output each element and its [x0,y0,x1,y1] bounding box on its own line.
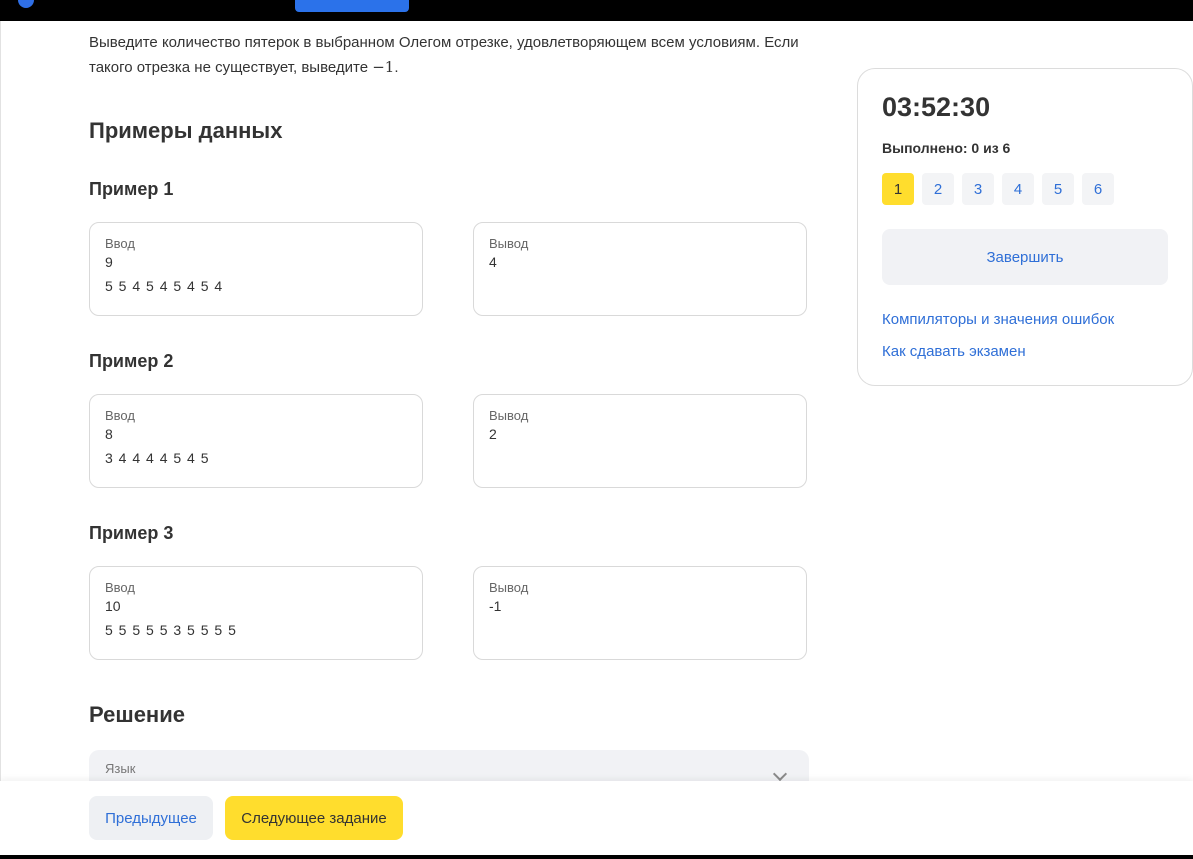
task-description-text: Выведите количество пятерок в выбранном … [89,34,799,76]
task-navigation: 1 2 3 4 5 6 [882,173,1114,205]
input-label: Ввод [105,236,135,251]
example-3-output: Вывод -1 [473,566,807,660]
exam-help-link[interactable]: Как сдавать экзамен [882,343,1026,360]
output-label: Вывод [489,580,529,595]
chevron-down-icon[interactable] [772,766,788,782]
solution-heading: Решение [89,702,185,727]
input-line-2: 3 4 4 4 4 5 4 5 [105,450,210,466]
input-label: Ввод [105,408,135,423]
progress-text: Выполнено: 0 из 6 [882,140,1011,156]
bottom-strip [0,855,1193,859]
previous-button[interactable]: Предыдущее [89,796,213,840]
input-line-1: 10 [105,598,121,614]
task-description-end: . [394,59,399,76]
task-button-4[interactable]: 4 [1002,173,1034,205]
next-task-button[interactable]: Следующее задание [225,796,403,840]
timer: 03:52:30 [882,92,991,122]
logo-icon[interactable] [18,0,34,8]
output-label: Вывод [489,236,529,251]
finish-button[interactable]: Завершить [882,229,1168,285]
exam-sidebar: 03:52:30 Выполнено: 0 из 6 1 2 3 4 5 6 З… [857,68,1193,386]
task-button-2[interactable]: 2 [922,173,954,205]
top-bar [0,0,1193,21]
output-value: 2 [489,426,497,442]
example-1-input: Ввод 9 5 5 4 5 4 5 4 5 4 [89,222,423,316]
input-label: Ввод [105,580,135,595]
example-2-input: Ввод 8 3 4 4 4 4 5 4 5 [89,394,423,488]
example-2-output: Вывод 2 [473,394,807,488]
example-1-output: Вывод 4 [473,222,807,316]
input-line-2: 5 5 5 5 5 3 5 5 5 5 [105,622,237,638]
example-2-title: Пример 2 [89,351,174,371]
bottom-action-bar: Предыдущее Следующее задание [0,781,1193,855]
compilers-link[interactable]: Компиляторы и значения ошибок [882,311,1114,328]
top-bar-button[interactable] [295,0,409,12]
example-3-title: Пример 3 [89,523,174,543]
input-line-2: 5 5 4 5 4 5 4 5 4 [105,278,224,294]
task-description: Выведите количество пятерок в выбранном … [89,31,809,80]
task-button-3[interactable]: 3 [962,173,994,205]
task-button-5[interactable]: 5 [1042,173,1074,205]
output-value: -1 [489,598,502,614]
task-button-6[interactable]: 6 [1082,173,1114,205]
example-1-title: Пример 1 [89,179,174,199]
task-button-1[interactable]: 1 [882,173,914,205]
output-label: Вывод [489,408,529,423]
output-value: 4 [489,254,497,270]
language-label: Язык [105,761,136,776]
left-divider [0,21,1,855]
example-3-input: Ввод 10 5 5 5 5 5 3 5 5 5 5 [89,566,423,660]
examples-heading: Примеры данных [89,118,283,143]
math-value: −1 [372,58,395,76]
input-line-1: 8 [105,426,113,442]
input-line-1: 9 [105,254,113,270]
